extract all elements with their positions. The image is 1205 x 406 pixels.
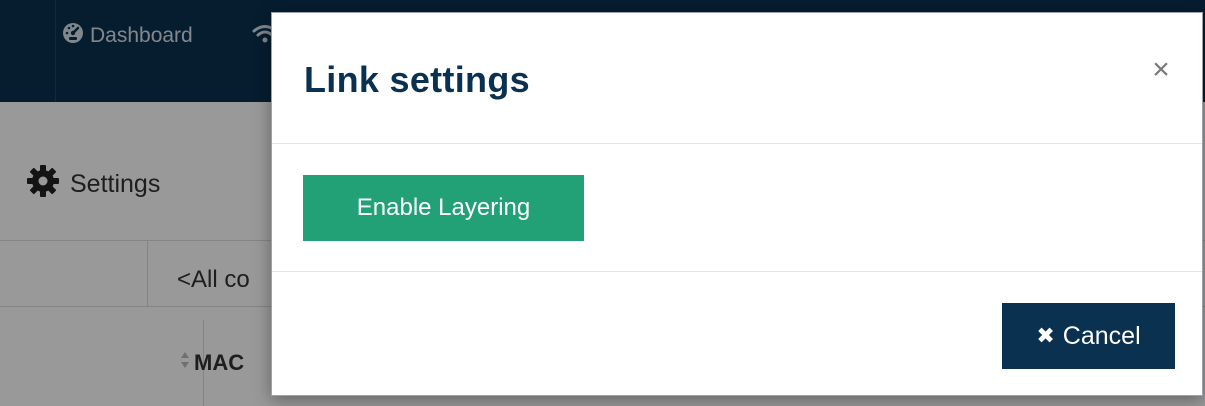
- close-icon[interactable]: ×: [1148, 55, 1174, 85]
- modal-footer-divider: [272, 271, 1202, 272]
- times-icon: ✖: [1036, 323, 1055, 348]
- enable-layering-button[interactable]: Enable Layering: [303, 175, 584, 241]
- link-settings-modal: Link settings × Enable Layering ✖ Cancel: [271, 12, 1203, 396]
- modal-title: Link settings: [304, 59, 530, 100]
- cancel-button-label: Cancel: [1062, 321, 1141, 350]
- modal-header-divider: [272, 143, 1202, 144]
- cancel-button[interactable]: ✖ Cancel: [1002, 303, 1175, 369]
- page: Dashboard Settings <All co MAC Link sett…: [0, 0, 1205, 406]
